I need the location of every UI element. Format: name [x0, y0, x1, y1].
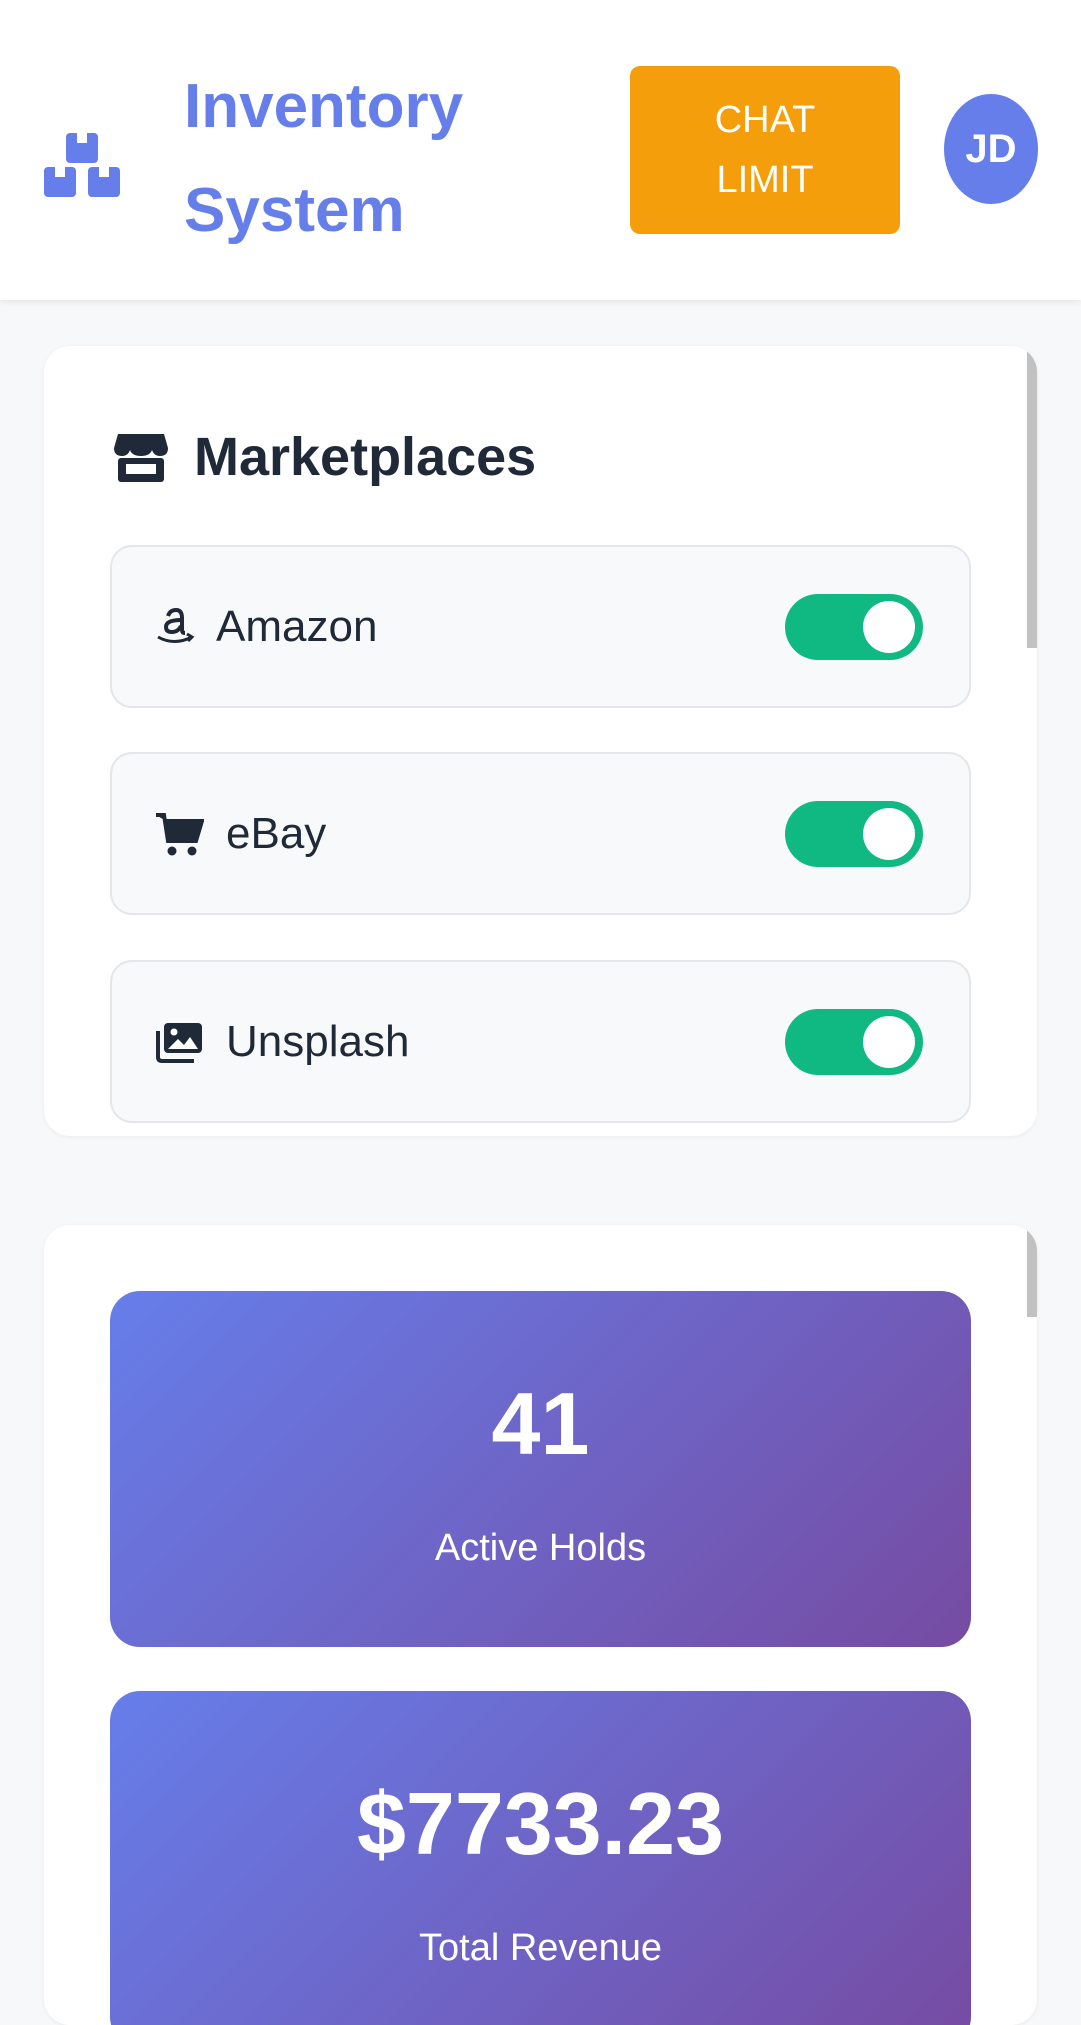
images-icon	[156, 1022, 202, 1063]
stat-total-revenue: $7733.23 Total Revenue	[110, 1691, 971, 2025]
marketplace-label-ebay: eBay	[226, 808, 327, 858]
stat-label: Active Holds	[434, 1527, 647, 1569]
toggle-ebay[interactable]	[785, 800, 923, 867]
app-title-line2: System	[184, 176, 405, 245]
toggle-knob	[863, 600, 915, 653]
marketplace-item-ebay: eBay	[110, 752, 971, 915]
boxes-icon	[44, 133, 120, 197]
scrollbar[interactable]	[1027, 1225, 1037, 1317]
toggle-knob	[863, 1015, 915, 1068]
store-icon	[114, 434, 168, 482]
marketplaces-card: Marketplaces Amazon eBay Unsplash	[44, 346, 1037, 1136]
user-avatar[interactable]: JD	[944, 94, 1038, 204]
app-title-line1: Inventory	[184, 72, 464, 141]
cart-icon	[156, 812, 204, 855]
amazon-icon	[157, 607, 195, 643]
marketplaces-title: Marketplaces	[194, 427, 537, 487]
stat-active-holds: 41 Active Holds	[110, 1291, 971, 1647]
stat-label: Total Revenue	[419, 1927, 662, 1969]
toggle-knob	[863, 807, 915, 860]
toggle-unsplash[interactable]	[785, 1008, 923, 1075]
chat-limit-line1: CHAT	[714, 99, 816, 141]
brand[interactable]: Inventory System	[44, 55, 514, 263]
scrollbar[interactable]	[1027, 346, 1037, 648]
chat-limit-line2: LIMIT	[716, 159, 814, 201]
marketplaces-header: Marketplaces	[112, 426, 536, 488]
marketplace-label-amazon: Amazon	[216, 601, 378, 651]
marketplace-item-unsplash: Unsplash	[110, 960, 971, 1123]
marketplace-item-amazon: Amazon	[110, 545, 971, 708]
toggle-amazon[interactable]	[785, 593, 923, 660]
app-title: Inventory System	[184, 55, 514, 263]
marketplace-label-unsplash: Unsplash	[226, 1016, 410, 1066]
stats-card: 41 Active Holds $7733.23 Total Revenue	[44, 1225, 1037, 2025]
chat-limit-button[interactable]: CHAT LIMIT	[630, 66, 900, 234]
stat-value: $7733.23	[356, 1774, 725, 1873]
app-header: Inventory System CHAT LIMIT JD	[0, 0, 1081, 300]
stat-value: 41	[491, 1374, 590, 1473]
